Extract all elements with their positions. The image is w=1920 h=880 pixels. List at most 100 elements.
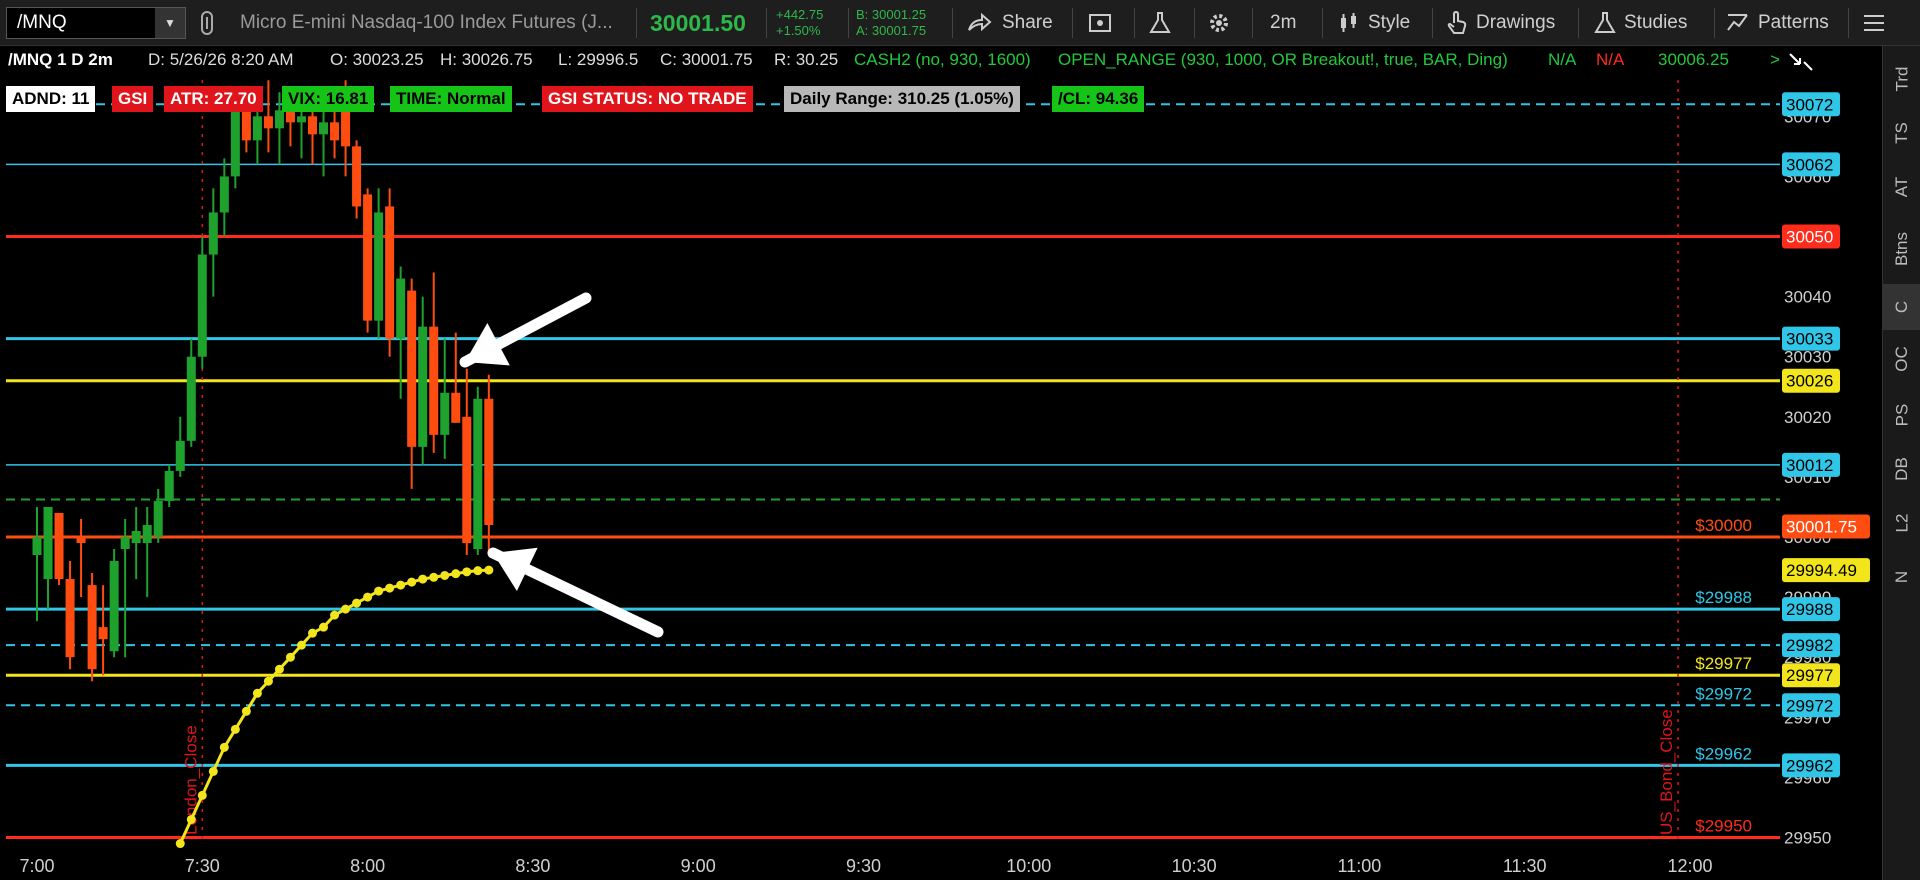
gear-icon[interactable] — [1206, 0, 1232, 46]
candle-body — [274, 110, 284, 129]
study-na-2: N/A — [1596, 50, 1625, 69]
sidebar-tab-label: AT — [1892, 176, 1911, 198]
patterns-button[interactable]: Patterns — [1726, 0, 1829, 46]
sidebar-tab-label: Trd — [1892, 66, 1911, 92]
divider — [1578, 8, 1579, 38]
vwap-dot — [208, 766, 218, 776]
candle-body — [330, 122, 340, 141]
sidebar-tab-ps[interactable]: PS — [1883, 392, 1920, 438]
bar-range: R: 30.25 — [774, 50, 839, 69]
candle-body — [219, 176, 229, 213]
divider — [952, 8, 953, 38]
divider — [636, 8, 637, 38]
candle-body — [208, 212, 218, 255]
sidebar-tab-at[interactable]: AT — [1883, 164, 1920, 210]
sidebar-tab-btns[interactable]: Btns — [1883, 226, 1920, 272]
chevron-down-icon[interactable]: ▼ — [155, 8, 185, 38]
link-icon[interactable] — [198, 0, 216, 46]
timeframe-selector[interactable]: 2m — [1270, 0, 1296, 46]
daily-range-label: Daily Range: 310.25 (1.05%) — [784, 86, 1020, 112]
vwap-dot — [285, 652, 295, 662]
price-badge: 29962 — [1786, 756, 1833, 775]
chart-info-bar: /MNQ 1 D 2m D: 5/26/26 8:20 AM O: 30023.… — [0, 46, 1780, 76]
divider — [1432, 8, 1433, 38]
x-axis-tick-label: 11:00 — [1338, 856, 1382, 876]
candle-body — [319, 122, 329, 135]
price-level-label: $29988 — [1695, 588, 1752, 607]
share-icon — [968, 12, 992, 32]
studies-button[interactable]: Studies — [1594, 0, 1687, 46]
pct-change: +1.50% — [776, 23, 821, 38]
drawings-label: Drawings — [1476, 12, 1556, 33]
change-box: +442.75 +1.50% — [776, 0, 823, 46]
bar-close: C: 30001.75 — [660, 50, 753, 69]
flask-icon[interactable] — [1148, 0, 1172, 46]
candle-body — [65, 579, 75, 658]
share-button[interactable]: Share — [966, 0, 1053, 46]
vwap-dot — [197, 790, 207, 800]
candle-body — [252, 116, 262, 141]
sidebar-tab-trd[interactable]: Trd — [1883, 56, 1920, 102]
symbol-selector[interactable]: /MNQ ▼ — [6, 7, 186, 39]
divider — [1252, 8, 1253, 38]
candle-body — [374, 212, 384, 321]
study-value: 30006.25 — [1658, 50, 1729, 69]
candle-body — [296, 116, 306, 123]
sidebar-tab-oc[interactable]: OC — [1883, 336, 1920, 382]
price-level-label: $29950 — [1695, 817, 1752, 836]
candle-body — [363, 194, 373, 321]
sidebar-tab-db[interactable]: DB — [1883, 446, 1920, 492]
sidebar-tab-l2[interactable]: L2 — [1883, 500, 1920, 546]
sidebar-tab-label: Btns — [1892, 231, 1911, 267]
price-badge: 30062 — [1786, 155, 1833, 174]
sidebar-tab-ts[interactable]: TS — [1883, 110, 1920, 156]
candle-body — [120, 537, 130, 550]
x-axis-tick-label: 9:00 — [681, 856, 716, 876]
divider — [766, 8, 767, 38]
price-chart[interactable]: London_Close US_Bond_Close$30000$29988$29… — [0, 0, 1882, 880]
vwap-dot — [396, 580, 406, 590]
gsi-label: GSI — [112, 86, 154, 112]
vwap-dot — [274, 664, 284, 674]
style-label: Style — [1368, 12, 1411, 33]
collapse-arrows-icon[interactable] — [1786, 50, 1816, 79]
candle-body — [164, 470, 174, 501]
sidebar-tab-label: OC — [1892, 346, 1911, 372]
price-level-label: $29972 — [1695, 684, 1752, 703]
candle-body — [352, 146, 362, 207]
sidebar-tab-c[interactable]: C — [1883, 284, 1920, 330]
hand-pointer-icon — [1447, 11, 1467, 34]
x-axis-tick-label: 12:00 — [1667, 856, 1712, 876]
vwap-dot — [473, 566, 483, 576]
x-axis-tick-label: 8:30 — [515, 856, 550, 876]
bar-high: H: 30026.75 — [440, 50, 533, 69]
vwap-dot — [219, 742, 229, 752]
sidebar-tab-n[interactable]: N — [1883, 554, 1920, 600]
candle-body — [43, 506, 53, 580]
notes-icon[interactable] — [1088, 0, 1112, 46]
net-change: +442.75 — [776, 7, 824, 22]
price-badge: 29972 — [1786, 696, 1833, 715]
vwap-dot — [186, 814, 196, 824]
candle-body — [241, 110, 251, 141]
vwap-dot — [363, 592, 373, 602]
vwap-dot — [407, 577, 417, 587]
vwap-dot — [429, 572, 439, 582]
vwap-dot — [418, 574, 428, 584]
candle-body — [440, 392, 450, 435]
vwap-dot — [352, 598, 362, 608]
vwap-dot — [319, 622, 329, 632]
menu-icon[interactable] — [1862, 0, 1886, 46]
candle-body — [87, 585, 97, 670]
drawings-button[interactable]: Drawings — [1446, 0, 1555, 46]
x-axis-tick-label: 10:00 — [1006, 856, 1051, 876]
vwap-dot — [330, 610, 340, 620]
right-sidebar: Trd TS AT Btns C OC PS DB L2 N — [1882, 46, 1920, 880]
candle-body — [197, 254, 207, 357]
style-button[interactable]: Style — [1338, 0, 1410, 46]
x-axis-tick-label: 7:30 — [185, 856, 220, 876]
y-axis-tick-label: 30040 — [1784, 288, 1831, 307]
study-arrow: > — [1770, 50, 1780, 69]
x-axis-tick-label: 11:30 — [1503, 856, 1547, 876]
adnd-label: ADND: 11 — [6, 86, 96, 112]
